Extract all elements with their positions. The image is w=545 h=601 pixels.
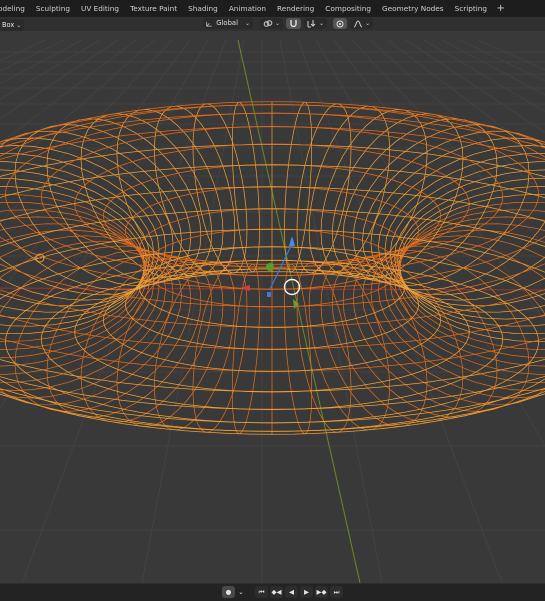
- orientation-icon: [206, 20, 212, 28]
- jump-end-icon: ⏭: [334, 588, 340, 596]
- falloff-dropdown[interactable]: ⌄: [350, 18, 373, 29]
- gizmo-x-arrow: [240, 285, 250, 291]
- keyframe-forward-icon: ▶◆: [317, 588, 327, 596]
- chevron-down-icon: ⌄: [319, 18, 324, 29]
- record-button[interactable]: ●: [222, 586, 235, 598]
- snap-increment-icon: [307, 19, 317, 28]
- snap-target-dropdown[interactable]: ⌄: [304, 18, 327, 29]
- transform-orientation-dropdown[interactable]: Global ⌄: [203, 18, 253, 29]
- chevron-down-icon: ⌄: [245, 18, 250, 29]
- tab-uv-editing[interactable]: UV Editing: [75, 0, 124, 17]
- tab-animation[interactable]: Animation: [223, 0, 271, 17]
- grid-line: [0, 40, 118, 583]
- light-object: [34, 254, 46, 262]
- grid-line: [142, 40, 244, 583]
- chevron-down-icon: ⌄: [238, 588, 243, 596]
- wire-edge: [0, 194, 144, 341]
- falloff-curve-icon: [353, 20, 363, 28]
- keyframe-back-button[interactable]: ◆◀: [270, 586, 283, 598]
- gizmo-y-handle: [266, 263, 274, 271]
- play-icon: ▶: [304, 588, 309, 596]
- snap-magnet-icon: [289, 19, 298, 28]
- gizmo-plane-handle: [267, 292, 271, 297]
- wire-edge: [0, 105, 545, 290]
- tab-geometry-nodes[interactable]: Geometry Nodes: [377, 0, 450, 17]
- tab-texture-paint[interactable]: Texture Paint: [125, 0, 183, 17]
- wire-edge: [385, 230, 545, 383]
- wire-edge: [0, 247, 545, 432]
- chevron-down-icon: ⌄: [365, 18, 370, 29]
- transform-controls: Global ⌄ ⌄ ⌄ ⌄: [203, 17, 373, 30]
- wire-edge: [0, 165, 545, 409]
- record-icon: ●: [226, 588, 232, 596]
- proportional-editing-icon: [336, 20, 344, 28]
- play-button[interactable]: ▶: [300, 586, 313, 598]
- select-mode-label: Box: [2, 21, 14, 29]
- wire-edge: [0, 146, 166, 301]
- jump-end-button[interactable]: ⏭: [330, 586, 343, 598]
- pivot-link-icon: [263, 19, 273, 28]
- wire-edge: [400, 194, 545, 341]
- play-reverse-icon: ◀: [289, 588, 294, 596]
- chevron-down-icon: ⌄: [275, 18, 280, 29]
- wire-edge: [0, 127, 545, 371]
- keyframe-back-icon: ◆◀: [272, 588, 282, 596]
- grid-line: [478, 40, 545, 583]
- playback-controls: ● ⌄ ⏮ ◆◀ ◀ ▶ ▶◆ ⏭: [222, 585, 343, 598]
- tab-rendering[interactable]: Rendering: [272, 0, 320, 17]
- grid-line: [0, 40, 64, 583]
- chevron-down-icon: ⌄: [16, 22, 21, 29]
- jump-start-icon: ⏮: [259, 588, 265, 596]
- pivot-point-dropdown[interactable]: ⌄: [260, 18, 283, 29]
- 3d-viewport[interactable]: [0, 31, 545, 583]
- add-workspace-button[interactable]: +: [493, 0, 509, 17]
- jump-start-button[interactable]: ⏮: [255, 586, 268, 598]
- tab-modeling[interactable]: odeling: [0, 0, 30, 17]
- gizmo-z-arrow: [289, 236, 295, 246]
- wire-edge: [0, 236, 166, 391]
- select-mode-dropdown[interactable]: Box⌄: [0, 19, 24, 31]
- tab-sculpting[interactable]: Sculpting: [30, 0, 75, 17]
- tab-shading[interactable]: Shading: [183, 0, 224, 17]
- orientation-label: Global: [216, 18, 238, 29]
- tab-scripting[interactable]: Scripting: [449, 0, 492, 17]
- snap-toggle[interactable]: [286, 18, 301, 29]
- wire-edge: [0, 210, 146, 358]
- play-reverse-button[interactable]: ◀: [285, 586, 298, 598]
- keyframe-forward-button[interactable]: ▶◆: [315, 586, 328, 598]
- workspace-tab-bar: odeling Sculpting UV Editing Texture Pai…: [0, 0, 545, 17]
- grid-line: [280, 40, 382, 583]
- y-axis-line: [238, 40, 360, 583]
- tab-compositing[interactable]: Compositing: [320, 0, 377, 17]
- grid-line: [334, 40, 545, 583]
- keying-dropdown[interactable]: ⌄: [237, 586, 245, 598]
- proportional-editing-toggle[interactable]: [333, 18, 347, 29]
